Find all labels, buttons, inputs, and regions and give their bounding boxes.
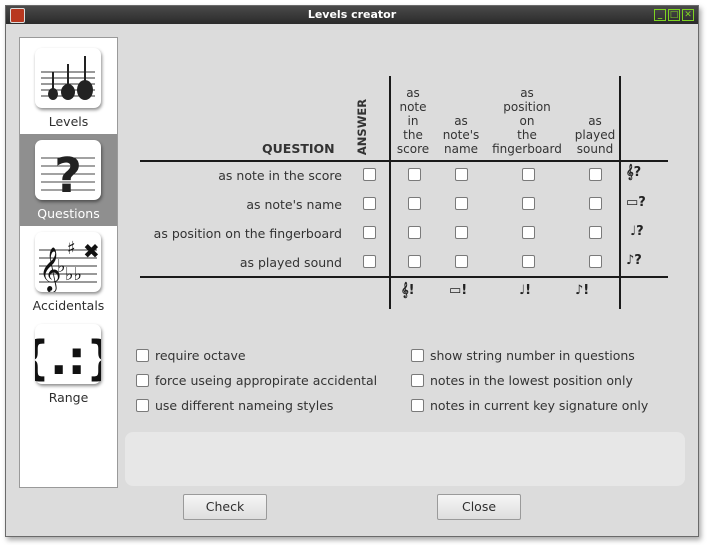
row-label: as note's name: [246, 197, 342, 212]
sidebar-item-range[interactable]: {.:} Range: [17, 318, 119, 410]
name-question-icon: ▭?: [626, 195, 646, 210]
minimize-icon[interactable]: _: [654, 9, 666, 21]
checkbox-q3-score[interactable]: [408, 255, 421, 268]
sidebar-item-label: Accidentals: [32, 298, 105, 313]
option-show-string-number[interactable]: show string number in questions: [411, 348, 635, 363]
svg-text:✖: ✖: [83, 239, 100, 263]
answer-header: ANSWER: [355, 98, 369, 156]
score-question-icon: 𝄞?: [626, 165, 642, 180]
close-button[interactable]: Close: [437, 494, 521, 520]
fingerboard-question-icon: ♩?: [630, 224, 644, 239]
sidebar: Levels ? Questions 𝄞 ♭ ♯ ♭♭ ✖ Accidental…: [17, 37, 119, 488]
sidebar-item-label: Levels: [48, 114, 89, 129]
table-divider: [140, 160, 668, 162]
check-button[interactable]: Check: [183, 494, 267, 520]
question-header: QUESTION: [262, 141, 335, 156]
title-bar: Levels creator _ □ ✕: [6, 6, 698, 24]
checkbox-q0-name[interactable]: [455, 168, 468, 181]
checkbox[interactable]: [411, 374, 424, 387]
levels-creator-window: Levels creator _ □ ✕ Levels ? Questions: [5, 5, 699, 537]
checkbox-q1-score[interactable]: [408, 197, 421, 210]
checkbox-q1-fingerboard[interactable]: [522, 197, 535, 210]
checkbox[interactable]: [411, 399, 424, 412]
fingerboard-answer-icon: ♩!: [519, 283, 532, 298]
checkbox[interactable]: [136, 399, 149, 412]
svg-text:{.:}: {.:}: [35, 331, 101, 384]
table-divider: [619, 76, 621, 309]
table-divider: [140, 276, 668, 278]
sidebar-item-questions[interactable]: ? Questions: [20, 134, 117, 226]
sound-answer-icon: ♪!: [575, 283, 590, 298]
sidebar-item-levels[interactable]: Levels: [20, 42, 117, 134]
name-answer-icon: ▭!: [449, 283, 468, 298]
row-label: as note in the score: [218, 168, 342, 183]
option-force-accidental[interactable]: force useing appropirate accidental: [136, 373, 377, 388]
checkbox-q2-answer[interactable]: [363, 226, 376, 239]
checkbox-q2-fingerboard[interactable]: [522, 226, 535, 239]
checkbox-q0-answer[interactable]: [363, 168, 376, 181]
row-label: as position on the fingerboard: [153, 226, 342, 241]
svg-text:♭♭: ♭♭: [65, 264, 82, 285]
checkbox-q0-fingerboard[interactable]: [522, 168, 535, 181]
checkbox-q3-name[interactable]: [455, 255, 468, 268]
option-current-key-signature-only[interactable]: notes in current key signature only: [411, 398, 648, 413]
checkbox-q2-score[interactable]: [408, 226, 421, 239]
table-divider: [389, 76, 391, 309]
sidebar-item-accidentals[interactable]: 𝄞 ♭ ♯ ♭♭ ✖ Accidentals: [20, 226, 117, 318]
curly-braces-range-icon: {.:}: [17, 324, 119, 385]
sidebar-item-label: Questions: [37, 206, 100, 221]
score-answer-icon: 𝄞!: [401, 283, 415, 298]
checkbox[interactable]: [411, 349, 424, 362]
hint-panel: [125, 432, 685, 486]
checkbox-q1-answer[interactable]: [363, 197, 376, 210]
window-title: Levels creator: [307, 8, 397, 21]
maximize-icon[interactable]: □: [668, 9, 680, 21]
sound-question-icon: ♪?: [626, 253, 642, 268]
column-as-notes-name: as note's name: [442, 114, 480, 156]
checkbox-q0-score[interactable]: [408, 168, 421, 181]
column-as-played-sound: as played sound: [574, 114, 616, 156]
checkbox-q2-sound[interactable]: [589, 226, 602, 239]
checkbox-q2-name[interactable]: [455, 226, 468, 239]
checkbox-q0-sound[interactable]: [589, 168, 602, 181]
column-as-position-on-fingerboard: as position on the fingerboard: [492, 86, 562, 156]
column-as-note-in-score: as note in the score: [396, 86, 430, 156]
option-different-naming-styles[interactable]: use different nameing styles: [136, 398, 333, 413]
checkbox-q3-sound[interactable]: [589, 255, 602, 268]
guitars-on-staff-icon: [35, 48, 101, 108]
svg-text:?: ?: [54, 148, 82, 200]
svg-text:♯: ♯: [67, 238, 76, 259]
sidebar-item-label: Range: [48, 390, 89, 405]
checkbox-q1-name[interactable]: [455, 197, 468, 210]
accidentals-on-staff-icon: 𝄞 ♭ ♯ ♭♭ ✖: [35, 232, 101, 293]
checkbox[interactable]: [136, 374, 149, 387]
close-window-icon[interactable]: ✕: [682, 9, 694, 21]
checkbox-q1-sound[interactable]: [589, 197, 602, 210]
row-label: as played sound: [239, 255, 342, 270]
question-mark-on-staff-icon: ?: [35, 140, 101, 204]
checkbox-q3-fingerboard[interactable]: [522, 255, 535, 268]
checkbox[interactable]: [136, 349, 149, 362]
option-require-octave[interactable]: require octave: [136, 348, 246, 363]
option-lowest-position-only[interactable]: notes in the lowest position only: [411, 373, 633, 388]
checkbox-q3-answer[interactable]: [363, 255, 376, 268]
